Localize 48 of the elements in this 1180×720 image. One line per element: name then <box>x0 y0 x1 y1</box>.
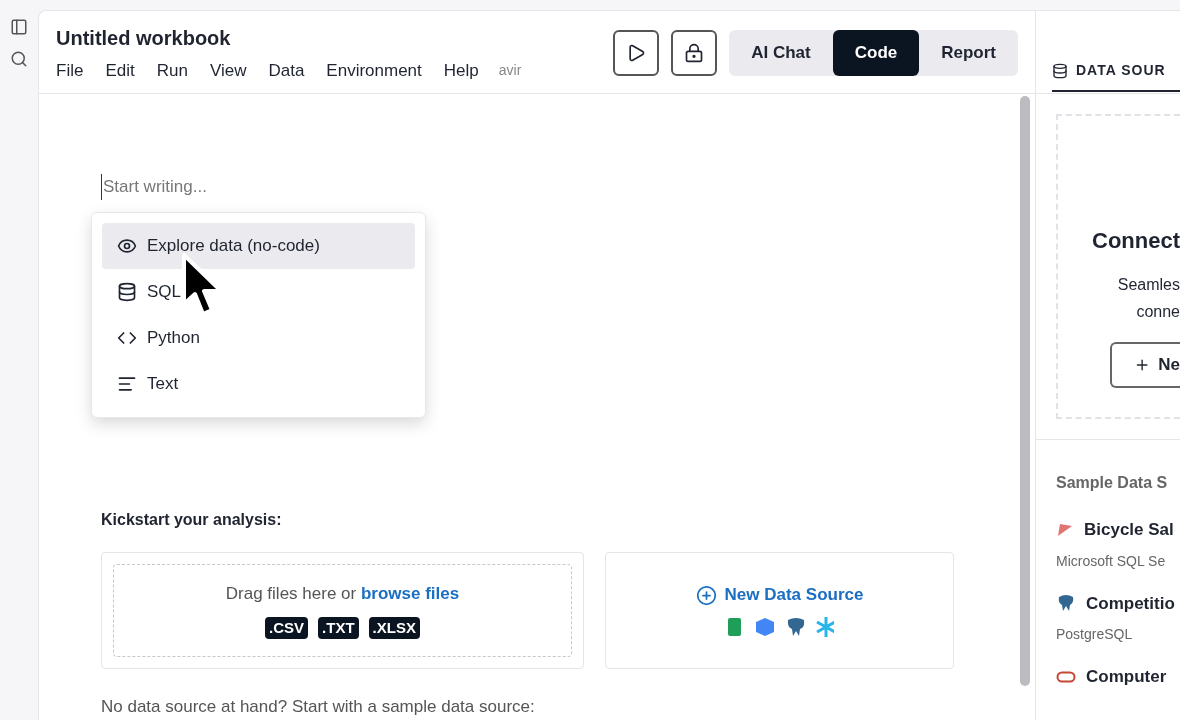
database-icon <box>117 281 137 302</box>
kickstart-heading: Kickstart your analysis: <box>101 509 283 530</box>
lock-icon <box>684 43 705 63</box>
insert-menu-item[interactable]: Text <box>102 360 415 407</box>
drop-zone[interactable]: Drag files here or browse files .CSV .TXT .XLSX <box>113 563 572 657</box>
sample-engine: PostgreSQL <box>1056 625 1134 644</box>
insert-menu-item[interactable]: SQL <box>102 268 415 315</box>
play-icon <box>626 43 647 63</box>
editor-input[interactable]: Start writing... <box>101 174 401 200</box>
user-name: avir <box>498 61 522 81</box>
file-type-tag: .TXT <box>318 616 359 639</box>
mode-tab[interactable]: Code <box>832 30 920 76</box>
menu-item[interactable]: View <box>209 58 247 84</box>
sample-name[interactable]: Competitio <box>1086 590 1175 616</box>
insert-menu-item[interactable]: Explore data (no-code) <box>102 222 415 269</box>
database-icon <box>1052 62 1068 79</box>
menu-item[interactable]: Data <box>268 58 305 84</box>
sample-name[interactable]: Computer <box>1086 664 1167 690</box>
connect-title: Connect <box>1092 227 1180 255</box>
lock-button[interactable] <box>671 30 718 76</box>
connect-description: conne <box>1136 302 1180 322</box>
new-source-label: New Data Source <box>724 584 864 607</box>
data-sources-tab[interactable]: DATA SOUR <box>1052 60 1180 92</box>
search-icon[interactable] <box>10 50 28 68</box>
menu-item[interactable]: Help <box>443 58 479 84</box>
sample-heading: Sample Data S <box>1056 473 1169 493</box>
file-type-tag: .CSV <box>265 616 309 639</box>
menu-item[interactable]: Edit <box>105 58 135 84</box>
new-data-source-card[interactable]: New Data Source <box>605 551 954 669</box>
sidebar-toggle-icon[interactable] <box>10 18 28 36</box>
file-type-tag: .XLSX <box>368 616 420 639</box>
run-button[interactable] <box>613 30 660 76</box>
scrollbar-thumb[interactable] <box>1020 96 1030 686</box>
connect-description: Seamles <box>1117 275 1180 295</box>
sample-hint: No data source at hand? Start with a sample data source: <box>101 695 536 718</box>
menu-item[interactable]: Environment <box>326 58 422 84</box>
browse-link[interactable]: browse files <box>360 584 460 603</box>
menu-item[interactable]: Run <box>156 58 188 84</box>
insert-menu-item[interactable]: Python <box>102 314 415 361</box>
menu-item[interactable]: File <box>56 58 84 84</box>
sample-engine: Microsoft SQL Se <box>1056 551 1167 571</box>
add-circle-icon <box>695 584 717 606</box>
mode-tab[interactable]: Report <box>919 30 1018 76</box>
drop-hint: Drag files here or <box>225 584 357 603</box>
mode-tab[interactable]: AI Chat <box>729 30 833 76</box>
workbook-title: Untitled workbook <box>56 26 232 50</box>
new-connection-button[interactable]: Ne <box>1110 342 1180 388</box>
sample-name[interactable]: Bicycle Sal <box>1084 517 1174 543</box>
